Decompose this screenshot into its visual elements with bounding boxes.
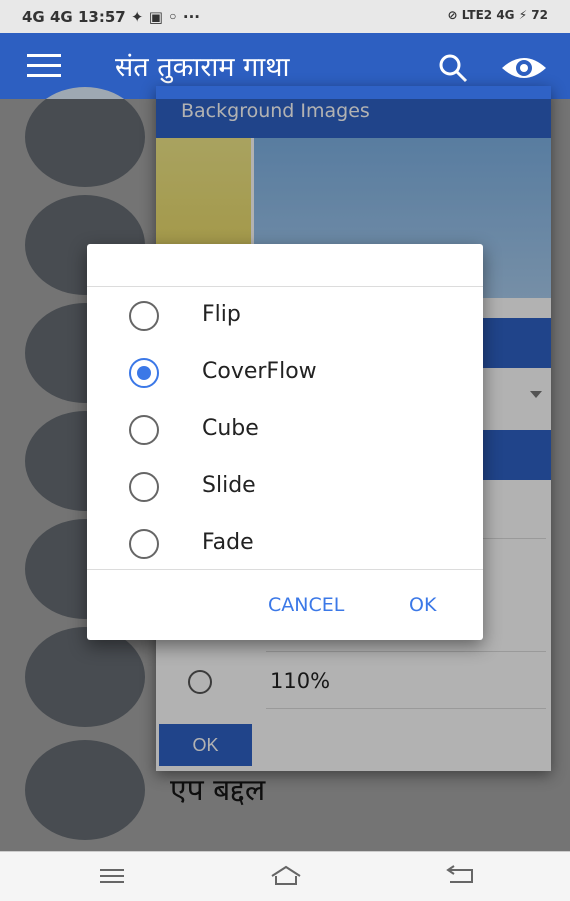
option-coverflow[interactable]: CoverFlow xyxy=(87,343,483,400)
radio-button[interactable] xyxy=(129,301,159,331)
radio-button[interactable] xyxy=(129,472,159,502)
option-label: Flip xyxy=(202,302,241,327)
app-title: संत तुकाराम गाथा xyxy=(115,52,290,83)
radio-button[interactable] xyxy=(129,529,159,559)
status-right: ⊘ LTE2 4G ⚡ 72 xyxy=(447,8,548,22)
back-nav-icon[interactable] xyxy=(444,864,476,888)
option-flip[interactable]: Flip xyxy=(87,286,483,343)
option-label: Slide xyxy=(202,473,256,498)
system-nav-bar xyxy=(0,851,570,901)
status-bar: 4G 4G 13:57 ✦ ▣ ◦ ··· ⊘ LTE2 4G ⚡ 72 xyxy=(0,0,570,33)
divider xyxy=(87,569,483,570)
option-slide[interactable]: Slide xyxy=(87,457,483,514)
option-fade[interactable]: Fade xyxy=(87,514,483,571)
search-icon[interactable] xyxy=(438,53,468,83)
eye-icon[interactable] xyxy=(500,53,548,83)
option-label: Cube xyxy=(202,416,259,441)
menu-nav-icon[interactable] xyxy=(96,864,128,888)
radio-button[interactable] xyxy=(129,415,159,445)
ok-button[interactable]: OK xyxy=(403,590,442,620)
option-cube[interactable]: Cube xyxy=(87,400,483,457)
transition-dialog: Flip CoverFlow Cube Slide Fade CANCEL OK xyxy=(87,244,483,640)
radio-button-selected[interactable] xyxy=(129,358,159,388)
hamburger-icon[interactable] xyxy=(27,54,61,78)
cancel-button[interactable]: CANCEL xyxy=(262,590,350,620)
status-left: 4G 4G 13:57 ✦ ▣ ◦ ··· xyxy=(22,8,201,26)
option-label: Fade xyxy=(202,530,254,555)
home-nav-icon[interactable] xyxy=(268,864,304,888)
option-label: CoverFlow xyxy=(202,359,317,384)
